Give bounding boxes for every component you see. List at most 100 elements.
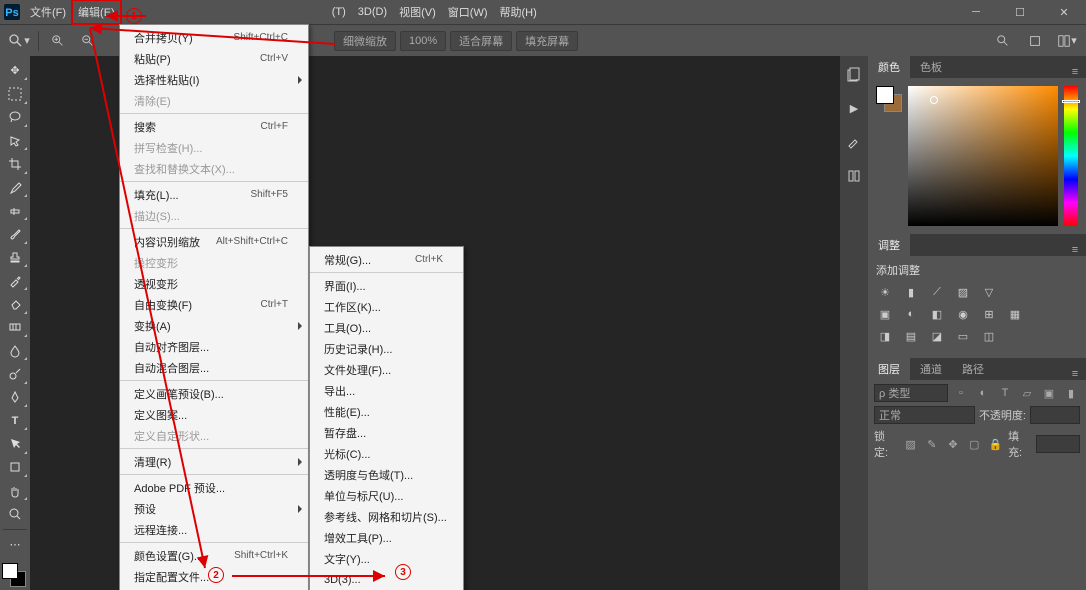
menu-item[interactable]: 定义画笔预设(B)... bbox=[120, 383, 308, 404]
lock-all-icon[interactable]: 🔒 bbox=[987, 435, 1004, 453]
path-select-tool[interactable] bbox=[2, 433, 28, 454]
history-panel-icon[interactable] bbox=[844, 64, 864, 84]
menu-item[interactable]: 单位与标尺(U)... bbox=[310, 485, 463, 506]
menu-item[interactable]: 搜索Ctrl+F bbox=[120, 116, 308, 137]
photo-filter-icon[interactable]: ◉ bbox=[954, 306, 972, 322]
zoom-out-icon[interactable] bbox=[75, 28, 101, 54]
filter-shape-icon[interactable]: ▱ bbox=[1018, 384, 1036, 402]
menu-item[interactable]: 选择性粘贴(I) bbox=[120, 69, 308, 90]
lock-pos-icon[interactable]: ✥ bbox=[944, 435, 961, 453]
filter-image-icon[interactable]: ▫ bbox=[952, 384, 970, 402]
menu-item[interactable]: 自动对齐图层... bbox=[120, 336, 308, 357]
menu-item[interactable]: 文件处理(F)... bbox=[310, 359, 463, 380]
color-picker-field[interactable] bbox=[908, 86, 1058, 226]
fill-screen-pill[interactable]: 填充屏幕 bbox=[516, 31, 578, 51]
menu-edit[interactable]: 编辑(E) bbox=[72, 0, 121, 24]
menu-item[interactable]: 光标(C)... bbox=[310, 443, 463, 464]
menu-item[interactable]: 文字(Y)... bbox=[310, 548, 463, 569]
gradmap-icon[interactable]: ▭ bbox=[954, 328, 972, 344]
poster-icon[interactable]: ▤ bbox=[902, 328, 920, 344]
tab-channels[interactable]: 通道 bbox=[910, 358, 952, 380]
panel-swatches[interactable] bbox=[876, 86, 902, 112]
minimize-button[interactable]: ─ bbox=[954, 0, 998, 24]
stamp-tool[interactable] bbox=[2, 247, 28, 268]
tab-layers[interactable]: 图层 bbox=[868, 358, 910, 380]
menu-item[interactable]: 颜色设置(G)...Shift+Ctrl+K bbox=[120, 545, 308, 566]
curves-icon[interactable]: ⟋ bbox=[928, 284, 946, 300]
zoom-tool[interactable] bbox=[2, 503, 28, 524]
pen-tool[interactable] bbox=[2, 387, 28, 408]
type-tool[interactable]: T bbox=[2, 410, 28, 431]
search-icon[interactable] bbox=[990, 28, 1016, 54]
tab-swatches[interactable]: 色板 bbox=[910, 56, 952, 78]
panel-menu-icon[interactable]: ≡ bbox=[1064, 66, 1086, 78]
menu-item[interactable]: 参考线、网格和切片(S)... bbox=[310, 506, 463, 527]
menu-item[interactable]: 内容识别缩放Alt+Shift+Ctrl+C bbox=[120, 231, 308, 252]
menu-window[interactable]: 窗口(W) bbox=[442, 0, 494, 24]
properties-panel-icon[interactable]: ▶ bbox=[844, 98, 864, 118]
selcolor-icon[interactable]: ◫ bbox=[980, 328, 998, 344]
brush-tool[interactable] bbox=[2, 223, 28, 244]
menu-view[interactable]: 视图(V) bbox=[393, 0, 442, 24]
lock-art-icon[interactable]: ▢ bbox=[966, 435, 983, 453]
menu-item[interactable]: 暂存盘... bbox=[310, 422, 463, 443]
brightness-icon[interactable]: ☀ bbox=[876, 284, 894, 300]
fg-swatch[interactable] bbox=[2, 563, 18, 579]
chanmix-icon[interactable]: ⊞ bbox=[980, 306, 998, 322]
menu-item[interactable]: 自动混合图层... bbox=[120, 357, 308, 378]
menu-item[interactable]: 远程连接... bbox=[120, 519, 308, 540]
fill-input[interactable] bbox=[1036, 435, 1080, 453]
menu-help[interactable]: 帮助(H) bbox=[494, 0, 543, 24]
colbal-icon[interactable]: ◐ bbox=[902, 306, 920, 322]
menu-item[interactable]: 透明度与色域(T)... bbox=[310, 464, 463, 485]
hand-tool[interactable] bbox=[2, 480, 28, 501]
quick-select-tool[interactable] bbox=[2, 130, 28, 151]
lock-trans-icon[interactable]: ▨ bbox=[902, 435, 919, 453]
menu-item[interactable]: 合并拷贝(Y)Shift+Ctrl+C bbox=[120, 27, 308, 48]
filter-smart-icon[interactable]: ▣ bbox=[1040, 384, 1058, 402]
invert-icon[interactable]: ◨ bbox=[876, 328, 894, 344]
menu-item[interactable]: 透视变形 bbox=[120, 273, 308, 294]
zoom-100-pill[interactable]: 100% bbox=[400, 31, 446, 51]
blur-tool[interactable] bbox=[2, 340, 28, 361]
opacity-input[interactable] bbox=[1030, 406, 1080, 424]
crop-tool[interactable] bbox=[2, 153, 28, 174]
menu-item[interactable]: 清理(R) bbox=[120, 451, 308, 472]
menu-3d[interactable]: 3D(D) bbox=[352, 0, 393, 24]
dodge-tool[interactable] bbox=[2, 363, 28, 384]
panel-menu-icon[interactable]: ≡ bbox=[1064, 244, 1086, 256]
filter-type-icon[interactable]: T bbox=[996, 384, 1014, 402]
edit-toolbar-icon[interactable]: ⋯ bbox=[2, 534, 28, 555]
close-button[interactable]: ✕ bbox=[1042, 0, 1086, 24]
menu-item[interactable]: 粘贴(P)Ctrl+V bbox=[120, 48, 308, 69]
bw-icon[interactable]: ◧ bbox=[928, 306, 946, 322]
eraser-tool[interactable] bbox=[2, 293, 28, 314]
tool-preset-icon[interactable]: ▾ bbox=[6, 28, 32, 54]
move-tool[interactable]: ✥ bbox=[2, 60, 28, 81]
menu-item[interactable]: 变换(A) bbox=[120, 315, 308, 336]
lasso-tool[interactable] bbox=[2, 107, 28, 128]
brush-settings-panel-icon[interactable] bbox=[844, 166, 864, 186]
menu-item[interactable]: 工作区(K)... bbox=[310, 296, 463, 317]
menu-item[interactable]: 定义图案... bbox=[120, 404, 308, 425]
layer-filter-kind[interactable]: ρ 类型 bbox=[874, 384, 948, 402]
menu-item[interactable]: 历史记录(H)... bbox=[310, 338, 463, 359]
menu-item[interactable]: 自由变换(F)Ctrl+T bbox=[120, 294, 308, 315]
panel-menu-icon[interactable]: ≡ bbox=[1064, 368, 1086, 380]
lookup-icon[interactable]: ▦ bbox=[1006, 306, 1024, 322]
marquee-tool[interactable] bbox=[2, 83, 28, 104]
maximize-button[interactable]: ☐ bbox=[998, 0, 1042, 24]
history-brush-tool[interactable] bbox=[2, 270, 28, 291]
menu-item[interactable]: 导出... bbox=[310, 380, 463, 401]
menu-item[interactable]: 性能(E)... bbox=[310, 401, 463, 422]
menu-item[interactable]: 指定配置文件... bbox=[120, 566, 308, 587]
shape-tool[interactable] bbox=[2, 457, 28, 478]
hue-icon[interactable]: ▣ bbox=[876, 306, 894, 322]
scrubby-zoom-pill[interactable]: 细微缩放 bbox=[334, 31, 396, 51]
eyedropper-tool[interactable] bbox=[2, 177, 28, 198]
menu-type[interactable]: (T) bbox=[326, 0, 352, 24]
filter-adj-icon[interactable]: ◐ bbox=[974, 384, 992, 402]
levels-icon[interactable]: ▮ bbox=[902, 284, 920, 300]
healing-tool[interactable] bbox=[2, 200, 28, 221]
menu-file[interactable]: 文件(F) bbox=[24, 0, 72, 24]
